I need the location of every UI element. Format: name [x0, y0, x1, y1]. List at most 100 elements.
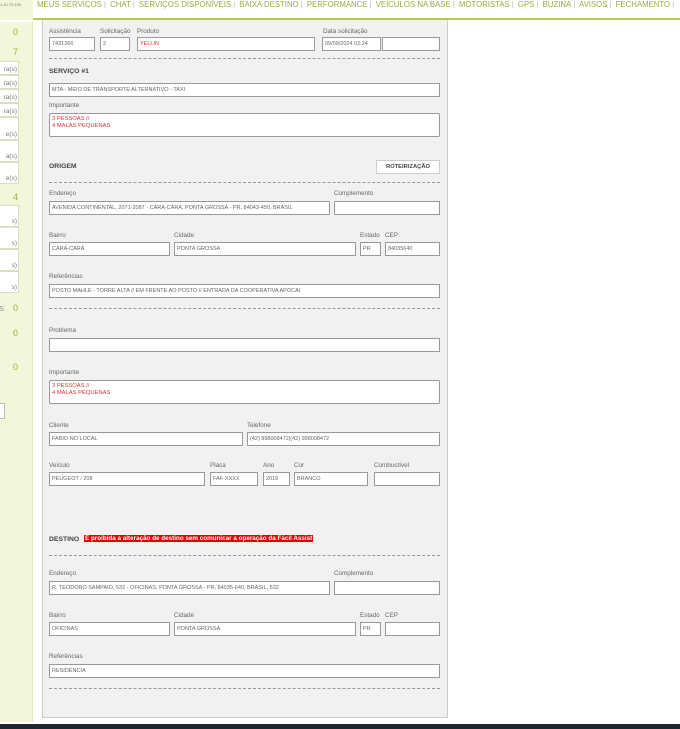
importante-textarea[interactable]: 3 PESSOAS // 4 MALAS PEQUENAS	[49, 380, 440, 404]
servico-title: SERVIÇO #1	[49, 68, 89, 75]
cor-field[interactable]: BRANCO	[294, 472, 368, 486]
sidebar-row-label: ra(s)	[3, 94, 17, 101]
sidebar-row-label: s)	[11, 284, 17, 291]
divider	[49, 308, 440, 309]
destino-cep-label: CEP	[385, 612, 398, 619]
sidebar: 0 7 ra(s) ra(s) ra(s) ra(s) e(s) a(s) e(…	[0, 22, 33, 722]
origem-cidade-field[interactable]: PONTA GROSSA	[174, 242, 356, 256]
destino-warning: É proibida a alteração de destino sem co…	[84, 535, 314, 542]
destino-estado-field[interactable]: PR	[360, 622, 381, 636]
data-extra-field[interactable]	[382, 37, 440, 51]
nav-veiculos-na-base[interactable]: VEÍCULOS NA BASE	[376, 0, 451, 9]
sidebar-row[interactable]: e(s)	[0, 162, 19, 184]
ano-field[interactable]: 2016	[263, 472, 290, 486]
problema-field[interactable]	[49, 338, 440, 352]
destino-endereco-field[interactable]: R. TEODORO SAMPAIO, 532 - OFICINAS, PONT…	[49, 581, 330, 595]
destino-bairro-field[interactable]: OFICINAS	[49, 622, 170, 636]
origem-cep-label: CEP	[385, 232, 398, 239]
origem-endereco-field[interactable]: AVENIDA CONTINENTAL, 2071-2087 - CARA-CA…	[49, 201, 330, 215]
data-label: Data solicitação	[323, 28, 368, 35]
sidebar-row[interactable]: e(s)	[0, 117, 19, 140]
sidebar-row-label: s)	[11, 218, 17, 225]
origem-referencias-label: Referências	[49, 273, 83, 280]
importante-label: Importante	[49, 369, 80, 376]
sidebar-row[interactable]: ra(s)	[0, 61, 19, 75]
nav-buzina[interactable]: BUZINA	[543, 0, 572, 9]
origem-estado-field[interactable]: PR	[360, 242, 381, 256]
nav-servicos-disponiveis[interactable]: SERVIÇOS DISPONÍVEIS	[139, 0, 231, 9]
origem-complemento-field[interactable]	[334, 201, 440, 215]
sidebar-row[interactable]: a(s)	[0, 140, 19, 162]
sidebar-input[interactable]	[0, 403, 5, 419]
divider	[49, 555, 440, 556]
destino-title: DESTINO	[49, 536, 80, 543]
origem-estado-label: Estado	[360, 232, 380, 239]
divider	[49, 58, 440, 59]
nav-avisos[interactable]: AVISOS	[579, 0, 607, 9]
destino-cidade-label: Cidade	[174, 612, 194, 619]
destino-referencias-label: Referências	[49, 653, 83, 660]
importante-textarea[interactable]: 3 PESSOAS // 4 MALAS PEQUENAS	[49, 113, 440, 137]
roteirizacao-button[interactable]: ROTEIRIZAÇÃO	[376, 160, 440, 174]
veiculo-label: Veículo	[49, 462, 70, 469]
origem-referencias-field[interactable]: POSTO MAHLE - TORRE ALTA // EM FRENTE AO…	[49, 284, 440, 298]
count: 4	[12, 192, 18, 202]
nav-meus-servicos[interactable]: MEUS SERVIÇOS	[37, 0, 102, 9]
nav-performance[interactable]: PERFORMANCE	[307, 0, 368, 9]
count: 7	[12, 47, 18, 57]
telefone-field[interactable]: (42) 998008472|(42) 998008472	[247, 432, 440, 446]
data-field[interactable]: 09/09/2024 02:24	[322, 37, 381, 51]
assistencia-field[interactable]: 7431266	[49, 37, 95, 51]
sidebar-row[interactable]: s)	[0, 249, 19, 271]
destino-bairro-label: Bairro	[49, 612, 66, 619]
sidebar-row-label: ra(s)	[3, 66, 17, 73]
sidebar-row[interactable]: ra(s)	[0, 75, 19, 89]
sidebar-row[interactable]: s)	[0, 271, 19, 293]
cliente-label: Cliente	[49, 422, 69, 429]
cliente-field[interactable]: FABIO NO LOCAL	[49, 432, 243, 446]
destino-cidade-field[interactable]: PONTA GROSSA	[174, 622, 356, 636]
sidebar-row-label: e(s)	[5, 131, 17, 138]
telefone-label: Telefone	[247, 422, 271, 429]
nav-fechamento[interactable]: FECHAMENTO	[616, 0, 670, 9]
veiculo-field[interactable]: PEUGEOT / 208	[49, 472, 205, 486]
destino-complemento-field[interactable]	[334, 581, 440, 595]
count: 0	[12, 328, 18, 338]
combustivel-label: Combustível	[374, 462, 409, 469]
origem-bairro-label: Bairro	[49, 232, 66, 239]
solicitacao-field[interactable]: 2	[100, 37, 130, 51]
nav-gps[interactable]: GPS	[518, 0, 534, 9]
problema-label: Problema	[49, 327, 76, 334]
destino-cep-field[interactable]	[385, 622, 440, 636]
origem-title: ORIGEM	[49, 163, 77, 170]
sidebar-row-label: s)	[11, 262, 17, 269]
servico-field[interactable]: MTA - MEIO DE TRANSPORTE ALTERNATIVO - T…	[49, 83, 440, 97]
produto-field[interactable]: YELLIN	[137, 37, 315, 51]
sidebar-row-label: s)	[11, 240, 17, 247]
ano-label: Ano	[263, 462, 275, 469]
sidebar-row[interactable]: s)	[0, 227, 19, 249]
nav-baixa-destino[interactable]: BAIXA DESTINO	[239, 0, 298, 9]
taskbar	[0, 724, 680, 729]
produto-label: Produto	[137, 28, 160, 35]
main-nav: MEUS SERVIÇOS | CHAT | SERVIÇOS DISPONÍVEI…	[37, 0, 675, 9]
sidebar-row-label: ra(s)	[3, 108, 17, 115]
sidebar-row[interactable]: s)	[0, 205, 19, 227]
origem-bairro-field[interactable]: CARÁ-CARÁ	[49, 242, 170, 256]
assistencia-label: Assistência	[49, 28, 81, 35]
nav-motoristas[interactable]: MOTORISTAS	[459, 0, 510, 9]
sidebar-row[interactable]: ra(s)	[0, 89, 19, 103]
importante-label: Importante	[49, 102, 80, 109]
nav-chat[interactable]: CHAT	[110, 0, 131, 9]
count: 0	[12, 303, 18, 313]
destino-estado-label: Estado	[360, 612, 380, 619]
sidebar-row[interactable]: ra(s)	[0, 103, 19, 117]
destino-referencias-field[interactable]: RESIDENCIA	[49, 664, 440, 678]
origem-cep-field[interactable]: 84035640	[385, 242, 440, 256]
origem-cidade-label: Cidade	[174, 232, 194, 239]
combustivel-field[interactable]	[374, 472, 440, 486]
sidebar-row-label: ra(s)	[3, 80, 17, 87]
sidebar-row-label: e(s)	[5, 175, 17, 182]
placa-field[interactable]: FAF-XXXX	[210, 472, 258, 486]
origem-complemento-label: Complemento	[334, 190, 374, 197]
